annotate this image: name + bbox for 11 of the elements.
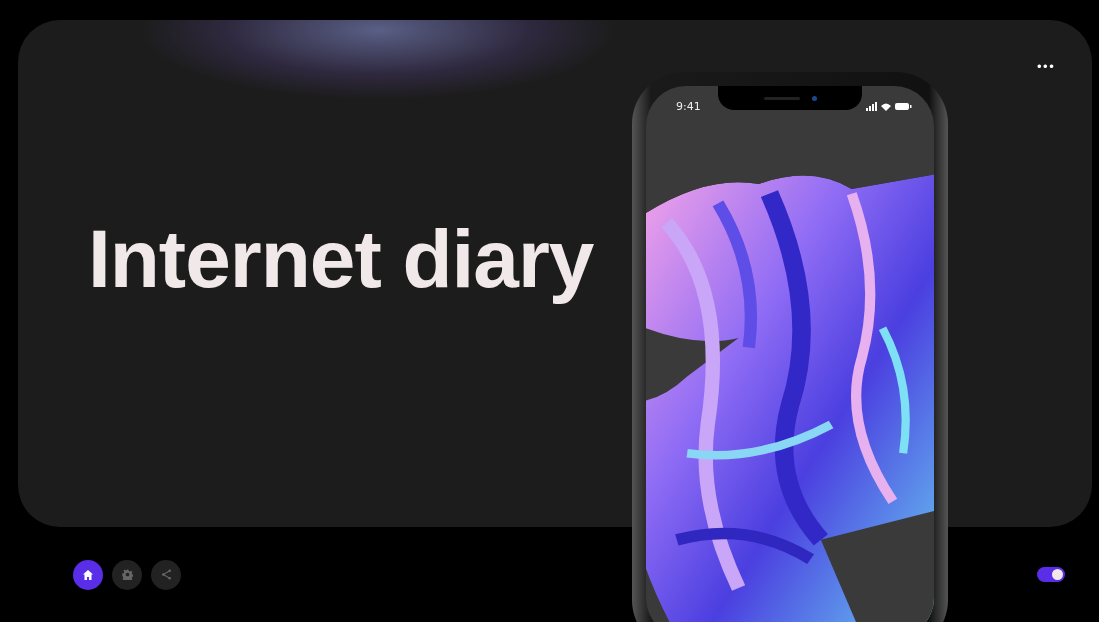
toggle-switch[interactable] xyxy=(1037,567,1065,582)
home-button[interactable] xyxy=(73,559,103,590)
share-icon xyxy=(160,569,172,580)
settings-icon xyxy=(121,569,133,580)
share-button[interactable] xyxy=(151,559,181,590)
status-icons xyxy=(866,101,912,112)
hero-title: Internet diary xyxy=(88,211,594,306)
status-time: 9:41 xyxy=(676,100,701,113)
home-icon xyxy=(82,568,94,581)
settings-button[interactable] xyxy=(112,559,142,590)
more-menu-button[interactable]: ••• xyxy=(1035,60,1054,74)
